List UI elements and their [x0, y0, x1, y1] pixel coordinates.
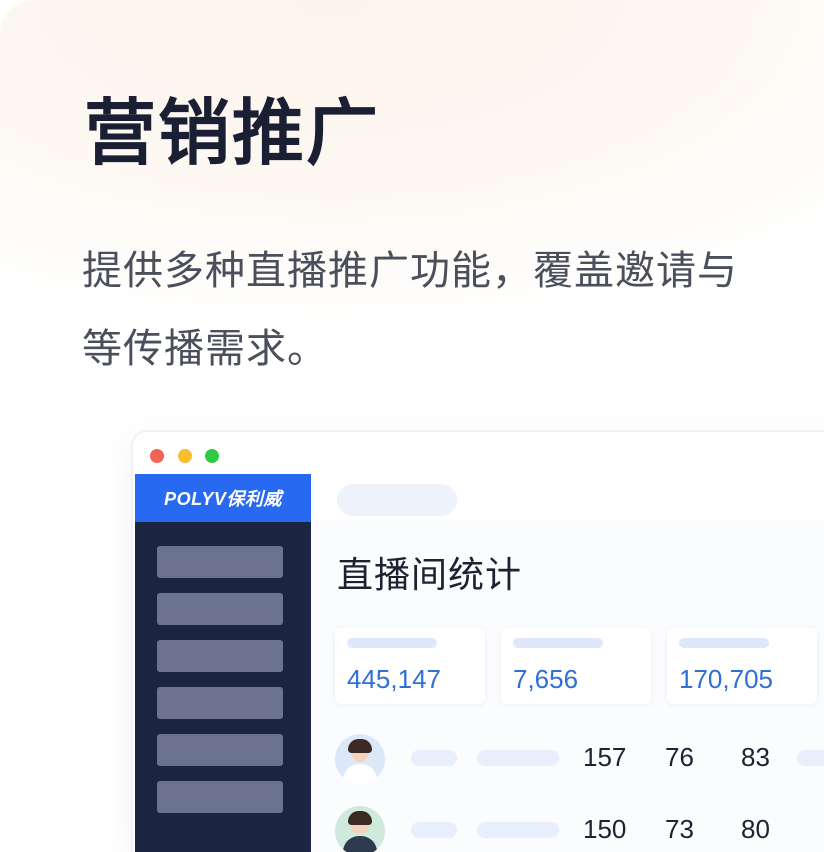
row-value: 83 — [741, 742, 770, 772]
maximize-window-icon[interactable] — [205, 449, 219, 463]
row-value: 76 — [665, 742, 694, 772]
table-row[interactable]: 150 73 80 — [311, 806, 824, 852]
sidebar-item[interactable] — [157, 546, 283, 578]
close-window-icon[interactable] — [150, 449, 164, 463]
row-value: 150 — [583, 814, 627, 844]
avatar — [335, 734, 385, 784]
stat-value: 170,705 — [679, 664, 773, 694]
app-window-mockup: POLYV保利威 直播间统计 445,147 7,656 170,705 157… — [133, 432, 824, 852]
search-input[interactable] — [337, 484, 457, 516]
page-description: 提供多种直播推广功能，覆盖邀请与 等传播需求。 — [82, 232, 824, 382]
stat-value: 445,147 — [347, 664, 441, 694]
stat-label-placeholder — [513, 638, 603, 648]
info-placeholder — [477, 750, 559, 766]
sidebar-item[interactable] — [157, 593, 283, 625]
stat-label-placeholder — [679, 638, 769, 648]
sidebar-item[interactable] — [157, 734, 283, 766]
stat-card: 170,705 — [667, 628, 817, 704]
stat-card: 445,147 — [335, 628, 485, 704]
sidebar-item[interactable] — [157, 781, 283, 813]
table-row[interactable]: 157 76 83 — [311, 734, 824, 794]
main-content: 直播间统计 445,147 7,656 170,705 157 76 83 15… — [311, 520, 824, 852]
stat-card: 7,656 — [501, 628, 651, 704]
sidebar-item[interactable] — [157, 640, 283, 672]
page-title: 营销推广 — [84, 91, 381, 175]
sidebar-item[interactable] — [157, 687, 283, 719]
sidebar: POLYV保利威 — [135, 474, 311, 852]
description-line: 提供多种直播推广功能，覆盖邀请与 — [82, 248, 738, 294]
polyv-logo: POLYV保利威 — [164, 489, 282, 509]
logo-bar: POLYV保利威 — [135, 474, 311, 522]
section-title: 直播间统计 — [337, 555, 523, 596]
name-placeholder — [411, 750, 457, 766]
window-titlebar — [133, 432, 824, 474]
info-placeholder — [477, 822, 559, 838]
avatar — [335, 806, 385, 852]
stat-label-placeholder — [347, 638, 437, 648]
row-value: 157 — [583, 742, 627, 772]
row-value: 80 — [741, 814, 770, 844]
row-placeholder — [797, 750, 824, 766]
name-placeholder — [411, 822, 457, 838]
minimize-window-icon[interactable] — [178, 449, 192, 463]
top-bar — [311, 474, 824, 520]
row-value: 73 — [665, 814, 694, 844]
description-line: 等传播需求。 — [82, 326, 328, 372]
stat-value: 7,656 — [513, 664, 579, 694]
